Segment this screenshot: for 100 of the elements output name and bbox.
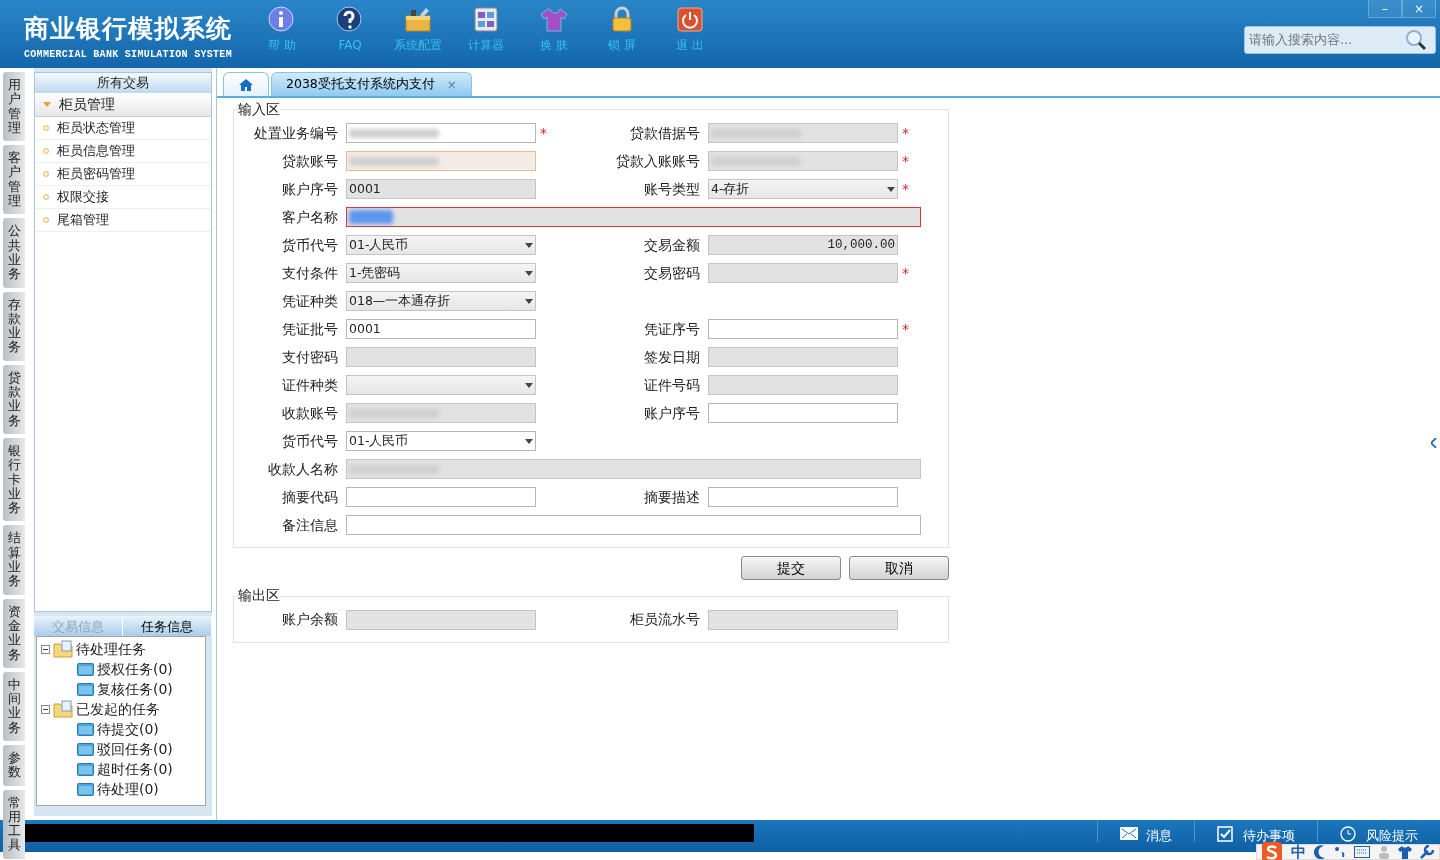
- menu-item[interactable]: 柜员状态管理: [35, 117, 211, 140]
- input-field[interactable]: [346, 515, 921, 536]
- tree-node[interactable]: 待处理(0): [41, 779, 205, 799]
- side-tab[interactable]: 资金业务: [3, 598, 25, 668]
- side-tab[interactable]: 用户管理: [3, 72, 25, 142]
- field-label: 贷款借据号: [629, 123, 701, 143]
- home-tab[interactable]: [223, 72, 269, 96]
- field-label: 备注信息: [281, 515, 339, 535]
- section-title: 输出区: [238, 588, 280, 604]
- dropdown[interactable]: 01-人民币: [346, 431, 536, 452]
- status-item[interactable]: 消息: [1097, 820, 1194, 842]
- collapse-icon: [41, 704, 50, 714]
- folder-icon: [77, 742, 94, 756]
- document-tab[interactable]: 2038受托支付系统内支付 ×: [271, 72, 472, 96]
- close-button[interactable]: ×: [1402, 0, 1436, 18]
- caret-icon: [525, 298, 533, 304]
- field-label: 货币代号: [281, 235, 339, 255]
- required-mark: *: [901, 319, 910, 339]
- tree-node[interactable]: 待处理任务: [41, 639, 205, 659]
- bullet-icon: [43, 217, 49, 223]
- punctuation-icon: [1334, 846, 1346, 858]
- group-header[interactable]: 柜员管理: [35, 93, 211, 117]
- required-mark: *: [901, 151, 910, 171]
- menu-item[interactable]: 权限交接: [35, 186, 211, 209]
- side-tab[interactable]: 贷款业务: [3, 364, 25, 434]
- field-label: 收款人名称: [267, 459, 339, 479]
- sidebar-header: 所有交易: [35, 73, 211, 93]
- submit-button[interactable]: 提交: [741, 556, 841, 581]
- bullet-icon: [43, 148, 49, 154]
- field-label: 凭证种类: [281, 291, 339, 311]
- checkbox-icon: [1217, 826, 1235, 842]
- person-icon: [1378, 845, 1390, 859]
- side-tab[interactable]: 中间业务: [3, 671, 25, 741]
- input-field[interactable]: [708, 319, 898, 340]
- side-tab[interactable]: 结算业务: [3, 525, 25, 595]
- field-label: 交易金额: [643, 235, 701, 255]
- caret-icon: [525, 438, 533, 444]
- app-subtitle: COMMERCIAL BANK SIMULATION SYSTEM: [24, 48, 232, 62]
- required-mark: *: [901, 179, 910, 199]
- status-item[interactable]: 风险提示: [1317, 820, 1440, 842]
- required-mark: *: [539, 123, 548, 143]
- folder-icon: [77, 782, 94, 796]
- field-label: 证件种类: [281, 375, 339, 395]
- cancel-button[interactable]: 取消: [849, 556, 949, 581]
- input-field[interactable]: [708, 403, 898, 424]
- input-field[interactable]: [346, 487, 536, 508]
- folder-icon: [77, 722, 94, 736]
- tree-node[interactable]: 复核任务(0): [41, 679, 205, 699]
- field-label: 货币代号: [281, 431, 339, 451]
- search-icon: [1405, 29, 1427, 51]
- caret-icon: [43, 100, 51, 109]
- panel-tab[interactable]: 任务信息: [123, 616, 212, 636]
- collapse-icon: [41, 644, 50, 654]
- input-field[interactable]: [346, 123, 536, 144]
- moon-icon: [1314, 845, 1326, 859]
- required-mark: *: [901, 123, 910, 143]
- folder-icon: [53, 700, 73, 718]
- toolbox-icon: [404, 6, 432, 33]
- side-tab[interactable]: 公共业务: [3, 218, 25, 288]
- menu-item[interactable]: 尾箱管理: [35, 209, 211, 232]
- tree-node[interactable]: 超时任务(0): [41, 759, 205, 779]
- tree-node[interactable]: 待提交(0): [41, 719, 205, 739]
- field-label: 凭证序号: [643, 319, 701, 339]
- caret-icon: [525, 382, 533, 388]
- side-tab[interactable]: 银行卡业务: [3, 437, 25, 522]
- input-field[interactable]: [708, 487, 898, 508]
- field-label: 账户余额: [281, 610, 339, 630]
- menu-item[interactable]: 柜员密码管理: [35, 163, 211, 186]
- clock-icon: [1340, 826, 1358, 842]
- search-field[interactable]: 请输入搜索内容...: [1245, 30, 1405, 50]
- input-field[interactable]: 0001: [346, 319, 536, 340]
- search-box[interactable]: 请输入搜索内容...: [1244, 26, 1436, 54]
- field-label: 收款账号: [281, 403, 339, 423]
- minimize-button[interactable]: –: [1368, 0, 1402, 18]
- keyboard-icon: [1354, 846, 1370, 858]
- info-icon: [268, 6, 296, 33]
- side-tab[interactable]: 参数: [3, 745, 25, 786]
- side-tab[interactable]: 存款业务: [3, 291, 25, 361]
- tree-node[interactable]: 驳回任务(0): [41, 739, 205, 759]
- shirt-icon: [1398, 845, 1412, 859]
- field-label: 支付密码: [281, 347, 339, 367]
- bullet-icon: [43, 194, 49, 200]
- home-icon: [238, 77, 254, 92]
- mail-icon: [1120, 826, 1138, 842]
- calculator-icon: [472, 6, 500, 33]
- tree-node[interactable]: 已发起的任务: [41, 699, 205, 719]
- field-label: 摘要代码: [281, 487, 339, 507]
- menu-item[interactable]: 柜员信息管理: [35, 140, 211, 163]
- field-label: 签发日期: [643, 347, 701, 367]
- side-tab[interactable]: 常用工具: [3, 789, 25, 859]
- field-label: 客户名称: [281, 207, 339, 227]
- side-tab[interactable]: 客户管理: [3, 145, 25, 215]
- field-label: 交易密码: [643, 263, 701, 283]
- field-label: 摘要描述: [643, 487, 701, 507]
- status-item[interactable]: 待办事项: [1194, 820, 1317, 842]
- caret-icon: [525, 242, 533, 248]
- wrench-icon: [1420, 845, 1434, 859]
- tree-node[interactable]: 授权任务(0): [41, 659, 205, 679]
- folder-icon: [53, 640, 73, 658]
- bullet-icon: [43, 171, 49, 177]
